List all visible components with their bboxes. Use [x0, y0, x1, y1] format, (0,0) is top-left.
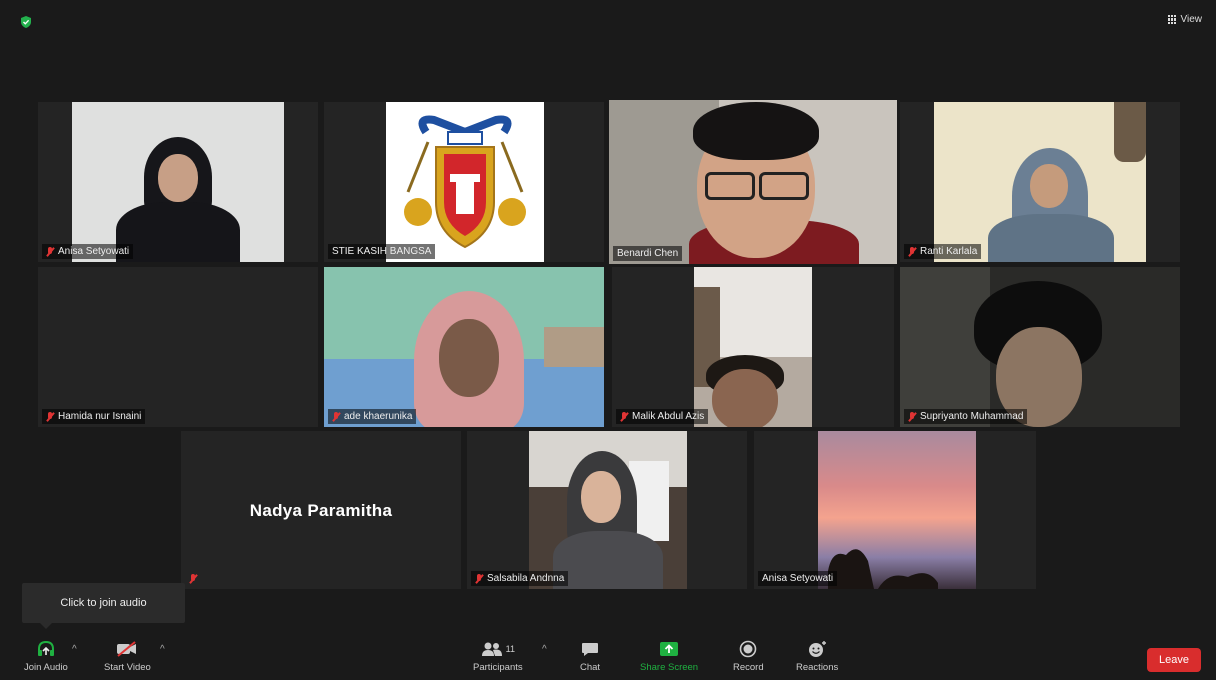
share-screen-icon [660, 642, 679, 656]
participant-name: Anisa Setyowati [58, 246, 130, 257]
participant-name: ade khaerunika [344, 411, 413, 422]
join-audio-button[interactable]: Join Audio [24, 638, 68, 673]
chat-button[interactable]: Chat [580, 638, 600, 673]
record-icon [740, 640, 757, 658]
muted-mic-icon [46, 246, 54, 257]
start-video-label: Start Video [104, 662, 151, 673]
security-shield-icon[interactable] [20, 16, 32, 28]
participant-name: Hamida nur Isnaini [58, 411, 142, 422]
join-audio-tooltip: Click to join audio [22, 583, 185, 629]
video-off-icon [117, 641, 137, 657]
video-tile-benardi[interactable]: Benardi Chen [609, 100, 897, 264]
reactions-icon [809, 641, 827, 657]
leave-button[interactable]: Leave [1147, 648, 1201, 672]
video-tile-hamida[interactable]: Hamida nur Isnaini [38, 267, 318, 427]
tree-silhouette [828, 549, 938, 589]
view-label: View [1180, 14, 1203, 25]
video-tile-anisa[interactable]: Anisa Setyowati [38, 102, 318, 262]
video-tile-anisa-2[interactable]: Anisa Setyowati [754, 431, 1036, 589]
chat-icon [582, 643, 599, 656]
participant-name: Ranti Karlala [920, 246, 978, 257]
video-tile-ade[interactable]: ade khaerunika [324, 267, 604, 427]
participant-name: Supriyanto Muhammad [920, 411, 1024, 422]
participant-name: STIE KASIH BANGSA [332, 246, 432, 257]
reactions-button[interactable]: Reactions [796, 638, 838, 673]
institution-logo [404, 115, 526, 249]
audio-options-caret[interactable]: ^ [72, 644, 77, 655]
video-tile-malik[interactable]: Malik Abdul Azis [612, 267, 894, 427]
grid-icon [1167, 15, 1177, 24]
video-tile-salsabila[interactable]: Salsabila Andnna [467, 431, 747, 589]
view-button[interactable]: View [1167, 14, 1203, 25]
participants-icon [481, 642, 502, 656]
video-options-caret[interactable]: ^ [160, 644, 165, 655]
video-tile-stie[interactable]: STIE KASIH BANGSA [324, 102, 604, 262]
video-tile-ranti[interactable]: Ranti Karlala [900, 102, 1180, 262]
meeting-toolbar: Join Audio ^ Start Video ^ 11 Participan… [0, 632, 1216, 680]
participants-button[interactable]: 11 Participants [473, 638, 523, 673]
muted-mic-icon [620, 411, 628, 422]
muted-mic-icon [908, 246, 916, 257]
participants-label: Participants [473, 662, 523, 673]
participants-count: 11 [505, 644, 515, 654]
headphones-icon [37, 641, 54, 656]
start-video-button[interactable]: Start Video [104, 638, 151, 673]
muted-mic-icon [189, 574, 197, 584]
participant-name-large: Nadya Paramitha [249, 501, 393, 520]
join-audio-label: Join Audio [24, 662, 68, 673]
video-tile-nadya[interactable]: Nadya Paramitha [181, 431, 461, 589]
muted-mic-icon [46, 411, 54, 422]
share-screen-button[interactable]: Share Screen [640, 638, 698, 673]
record-button[interactable]: Record [733, 638, 764, 673]
chat-label: Chat [580, 662, 601, 673]
participants-options-caret[interactable]: ^ [542, 644, 547, 655]
record-label: Record [733, 662, 764, 673]
reactions-label: Reactions [796, 662, 839, 673]
share-screen-label: Share Screen [640, 662, 699, 673]
participant-name: Benardi Chen [617, 248, 679, 259]
video-tile-supriyanto[interactable]: Supriyanto Muhammad [900, 267, 1180, 427]
participant-name: Malik Abdul Azis [632, 411, 705, 422]
muted-mic-icon [475, 573, 483, 584]
participant-name: Salsabila Andnna [487, 573, 565, 584]
muted-mic-icon [908, 411, 916, 422]
participant-name: Anisa Setyowati [762, 573, 834, 584]
muted-mic-icon [332, 411, 340, 422]
